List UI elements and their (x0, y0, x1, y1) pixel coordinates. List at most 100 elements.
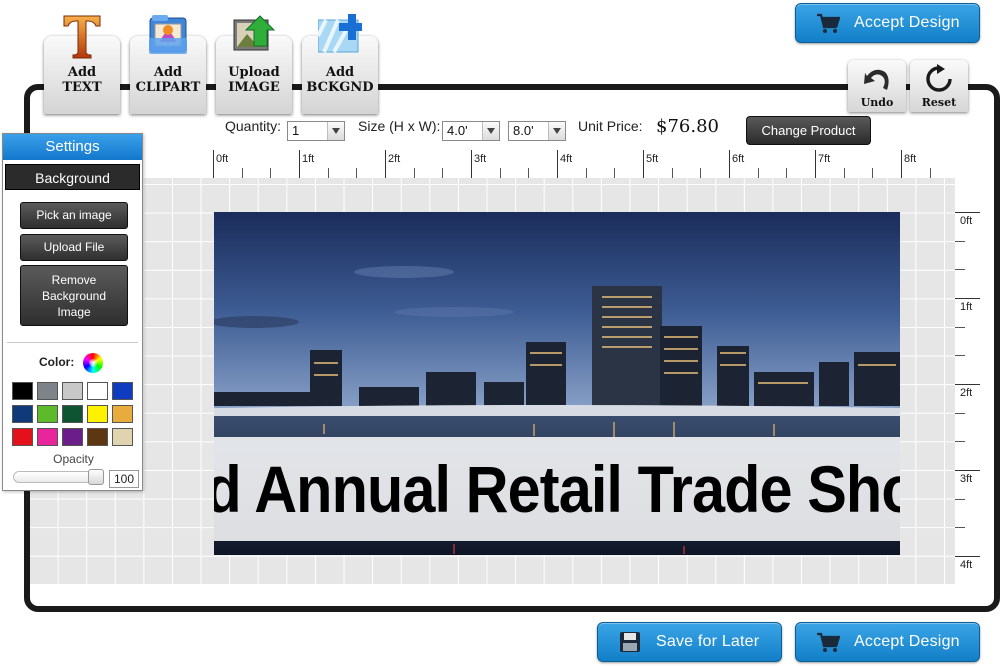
color-swatch-red[interactable] (12, 428, 33, 446)
save-for-later-label: Save for Later (656, 633, 760, 650)
ruler-label: 4ft (560, 153, 573, 165)
color-swatch-light-gray[interactable] (62, 382, 83, 400)
color-swatch-green[interactable] (37, 405, 58, 423)
reset-label: Reset (921, 96, 957, 109)
floppy-disk-icon (620, 632, 640, 652)
text-t-icon (63, 15, 101, 59)
ruler-minor-tick (356, 168, 357, 178)
ruler-minor-tick (328, 168, 329, 178)
size-label: Size (H x W): (358, 118, 441, 134)
chevron-down-icon (482, 122, 499, 140)
color-label: Color: (39, 355, 75, 369)
ruler-minor-tick (786, 168, 787, 178)
ruler-tick: 1ft (299, 150, 314, 178)
width-select[interactable]: 8.0' (508, 121, 566, 141)
ruler-minor-tick (844, 168, 845, 178)
ruler-label: 8ft (904, 153, 917, 165)
ruler-minor-tick (500, 168, 501, 178)
undo-label: Undo (860, 96, 894, 109)
color-swatch-blue[interactable] (112, 382, 133, 400)
ruler-label: 6ft (732, 153, 745, 165)
ruler-label: 1ft (302, 153, 315, 165)
add-background-line1: Add (325, 65, 355, 80)
ruler-label: 2ft (388, 153, 401, 165)
top-ruler: 0ft 1ft 2ft 3ft 4ft 5ft 6ft 7ft 8ft (213, 150, 955, 178)
ruler-label: 4ft (960, 559, 973, 571)
upload-image-label: Upload IMAGE (216, 65, 292, 95)
add-text-line1: Add (67, 65, 97, 80)
ruler-minor-tick (955, 241, 965, 242)
accept-design-button-bottom[interactable]: Accept Design (795, 622, 980, 662)
color-swatch-brown[interactable] (87, 428, 108, 446)
color-swatch-navy[interactable] (12, 405, 33, 423)
height-select[interactable]: 4.0' (442, 121, 500, 141)
add-clipart-line2: CLIPART (135, 80, 201, 95)
add-clipart-line1: Add (153, 65, 183, 80)
banner-headline: 3rd Annual Retail Trade Show (214, 452, 900, 526)
color-swatch-orange[interactable] (112, 405, 133, 423)
upload-image-button[interactable]: Upload IMAGE (214, 12, 292, 114)
cart-icon (817, 13, 840, 33)
upload-image-icon (233, 15, 276, 51)
color-swatch-black[interactable] (12, 382, 33, 400)
color-swatch-pink[interactable] (37, 428, 58, 446)
ruler-tick: 3ft (471, 150, 486, 178)
opacity-slider[interactable] (13, 469, 104, 485)
color-swatch-yellow[interactable] (87, 405, 108, 423)
pick-image-button[interactable]: Pick an image (20, 202, 128, 229)
opacity-value-input[interactable]: 100 (109, 470, 139, 488)
accept-design-button-top[interactable]: Accept Design (795, 3, 980, 43)
ruler-minor-tick (955, 499, 965, 500)
color-swatch-gray[interactable] (37, 382, 58, 400)
reset-button[interactable]: Reset (910, 60, 968, 112)
color-swatch-purple[interactable] (62, 428, 83, 446)
ruler-tick: 0ft (213, 150, 228, 178)
add-background-icon (318, 14, 362, 53)
ruler-tick: 0ft (955, 212, 980, 227)
ruler-label: 0ft (216, 153, 229, 165)
save-for-later-button[interactable]: Save for Later (597, 622, 782, 662)
ruler-tick: 3ft (955, 470, 980, 485)
ruler-minor-tick (955, 441, 965, 442)
ruler-label: 3ft (960, 473, 973, 485)
upload-image-line2: IMAGE (228, 80, 280, 95)
ruler-tick: 5ft (643, 150, 658, 178)
banner-canvas[interactable]: 3rd Annual Retail Trade Show (214, 212, 900, 555)
ruler-label: 3ft (474, 153, 487, 165)
ruler-minor-tick (614, 168, 615, 178)
ruler-minor-tick (242, 168, 243, 178)
ruler-minor-tick (672, 168, 673, 178)
ruler-minor-tick (955, 355, 965, 356)
ruler-minor-tick (586, 168, 587, 178)
chevron-down-icon (548, 122, 565, 140)
add-background-button[interactable]: Add BCKGND (300, 12, 378, 114)
color-swatch-dark-green[interactable] (62, 405, 83, 423)
add-clipart-button[interactable]: Add CLIPART (128, 12, 206, 114)
undo-button[interactable]: Undo (848, 60, 906, 112)
color-swatch-white[interactable] (87, 382, 108, 400)
add-background-line2: BCKGND (306, 80, 374, 95)
ruler-minor-tick (528, 168, 529, 178)
ruler-tick: 4ft (557, 150, 572, 178)
upload-file-button[interactable]: Upload File (20, 234, 128, 261)
change-product-button[interactable]: Change Product (746, 116, 871, 145)
ruler-minor-tick (955, 527, 965, 528)
height-value: 4.0' (447, 123, 468, 138)
add-clipart-label: Add CLIPART (130, 65, 206, 95)
add-text-button[interactable]: Add TEXT (42, 12, 120, 114)
ruler-minor-tick (442, 168, 443, 178)
color-wheel-icon[interactable] (83, 353, 103, 373)
ruler-minor-tick (955, 413, 965, 414)
ruler-tick: 2ft (385, 150, 400, 178)
ruler-minor-tick (414, 168, 415, 178)
banner-text-box[interactable]: 3rd Annual Retail Trade Show (214, 437, 900, 541)
quantity-select[interactable]: 1 (287, 121, 345, 141)
color-swatch-tan[interactable] (112, 428, 133, 446)
ruler-minor-tick (955, 269, 965, 270)
opacity-label: Opacity (53, 452, 94, 466)
ruler-minor-tick (930, 168, 931, 178)
remove-background-image-button[interactable]: Remove Background Image (20, 265, 128, 326)
width-value: 8.0' (513, 123, 534, 138)
unit-price-value: $76.80 (656, 116, 719, 137)
opacity-slider-handle[interactable] (88, 469, 104, 485)
